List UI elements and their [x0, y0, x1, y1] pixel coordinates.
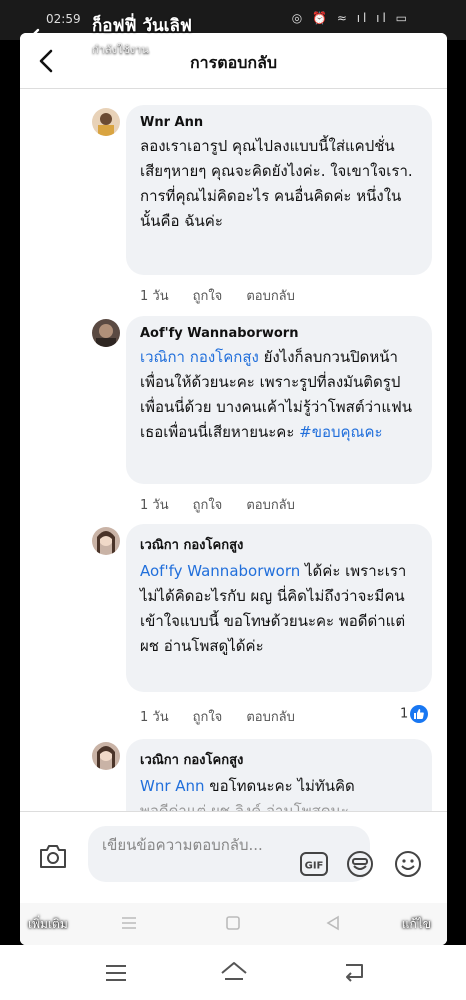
comment-bubble[interactable]: Aof'fy Wannaborworn เวณิกา กองโคกสูง ยัง… [126, 316, 432, 484]
reply-action[interactable]: ตอบกลับ [246, 289, 295, 304]
header: การตอบกลับ [20, 33, 447, 89]
mention-link[interactable]: Aof'fy Wannaborworn [140, 562, 300, 580]
reaction-number: 1 [400, 706, 409, 722]
comment-author[interactable]: Aof'fy Wannaborworn [140, 326, 418, 341]
comment-text: เวณิกา กองโคกสูง ยังไงก็ลบกวนปิดหน้าเพื่… [140, 345, 418, 445]
menu-icon[interactable] [104, 963, 128, 987]
comment-bubble[interactable]: เวณิกา กองโคกสูง Aof'fy Wannaborworn ได้… [126, 524, 432, 692]
pencil-icon[interactable] [398, 878, 422, 906]
comment-actions: 1 วัน ถูกใจ ตอบกลับ [140, 285, 319, 306]
system-navbar [0, 945, 466, 1000]
back-arrow-icon[interactable] [22, 26, 50, 54]
story-owner-status: กำลังใช้งาน [92, 43, 149, 56]
comment-author[interactable]: Wnr Ann [140, 115, 418, 130]
mention-link[interactable]: Wnr Ann [140, 777, 205, 795]
avatar[interactable] [92, 742, 120, 770]
avatar[interactable] [92, 319, 120, 347]
comment-author[interactable]: เวณิกา กองโคกสูง [140, 534, 418, 555]
menu-icon [120, 915, 138, 935]
comment-body: ขอโทดนะคะ ไม่ทันคิด [204, 777, 355, 795]
comment-bubble[interactable]: Wnr Ann ลองเราเอารูป คุณไปลงแบบนี้ใส่แคป… [126, 105, 432, 275]
page-title: การตอบกลับ [189, 53, 278, 72]
comment-actions: 1 วัน ถูกใจ ตอบกลับ [140, 494, 319, 515]
comment-text: ลองเราเอารูป คุณไปลงแบบนี้ใส่แคปชั่นเสีย… [140, 137, 413, 230]
svg-text:GIF: GIF [305, 861, 324, 872]
story-bottom-bar: เพิ่มเติม แก้ไข [20, 903, 447, 945]
sticker-icon[interactable] [346, 850, 374, 882]
comment-time: 1 วัน [140, 710, 169, 725]
comment-actions: 1 วัน ถูกใจ ตอบกลับ [140, 706, 319, 727]
camera-icon[interactable] [38, 842, 68, 874]
edit-button[interactable]: แก้ไข [402, 915, 431, 934]
status-time: 02:59 [46, 12, 81, 26]
like-action[interactable]: ถูกใจ [193, 710, 223, 725]
home-icon [224, 915, 242, 935]
phone-frame: 02:59 ◎ ⏰ ≈ ıl ıl ▭ การตอบกลับ Wnr Ann ล… [0, 0, 466, 1000]
return-icon[interactable] [342, 961, 368, 987]
story-owner-name[interactable]: ก็อฟฟี่ วันเลิฟ [92, 12, 192, 39]
reply-action[interactable]: ตอบกลับ [246, 498, 295, 513]
more-button[interactable]: เพิ่มเติม [28, 915, 68, 934]
hashtag-link[interactable]: #ขอบคุณคะ [299, 423, 382, 441]
status-icons: ◎ ⏰ ≈ ıl ıl ▭ [291, 11, 410, 25]
comment-author[interactable]: เวณิกา กองโคกสูง [140, 749, 418, 770]
like-icon [410, 705, 429, 723]
reaction-count[interactable]: 1 [400, 705, 429, 723]
reply-action[interactable]: ตอบกลับ [246, 710, 295, 725]
like-action[interactable]: ถูกใจ [193, 498, 223, 513]
mention-link[interactable]: เวณิกา กองโคกสูง [140, 348, 259, 366]
return-icon [324, 915, 342, 935]
gif-icon[interactable]: GIF [300, 852, 328, 880]
comment-text: Aof'fy Wannaborworn ได้ค่ะ เพราะเราไม่ได… [140, 559, 418, 659]
avatar[interactable] [92, 108, 120, 136]
avatar[interactable] [92, 527, 120, 555]
comment-time: 1 วัน [140, 289, 169, 304]
like-action[interactable]: ถูกใจ [193, 289, 223, 304]
comment-time: 1 วัน [140, 498, 169, 513]
comment-text: Wnr Ann ขอโทดนะคะ ไม่ทันคิด [140, 774, 418, 799]
home-icon[interactable] [219, 959, 249, 987]
facebook-replies-screen: การตอบกลับ Wnr Ann ลองเราเอารูป คุณไปลงแ… [20, 33, 447, 945]
